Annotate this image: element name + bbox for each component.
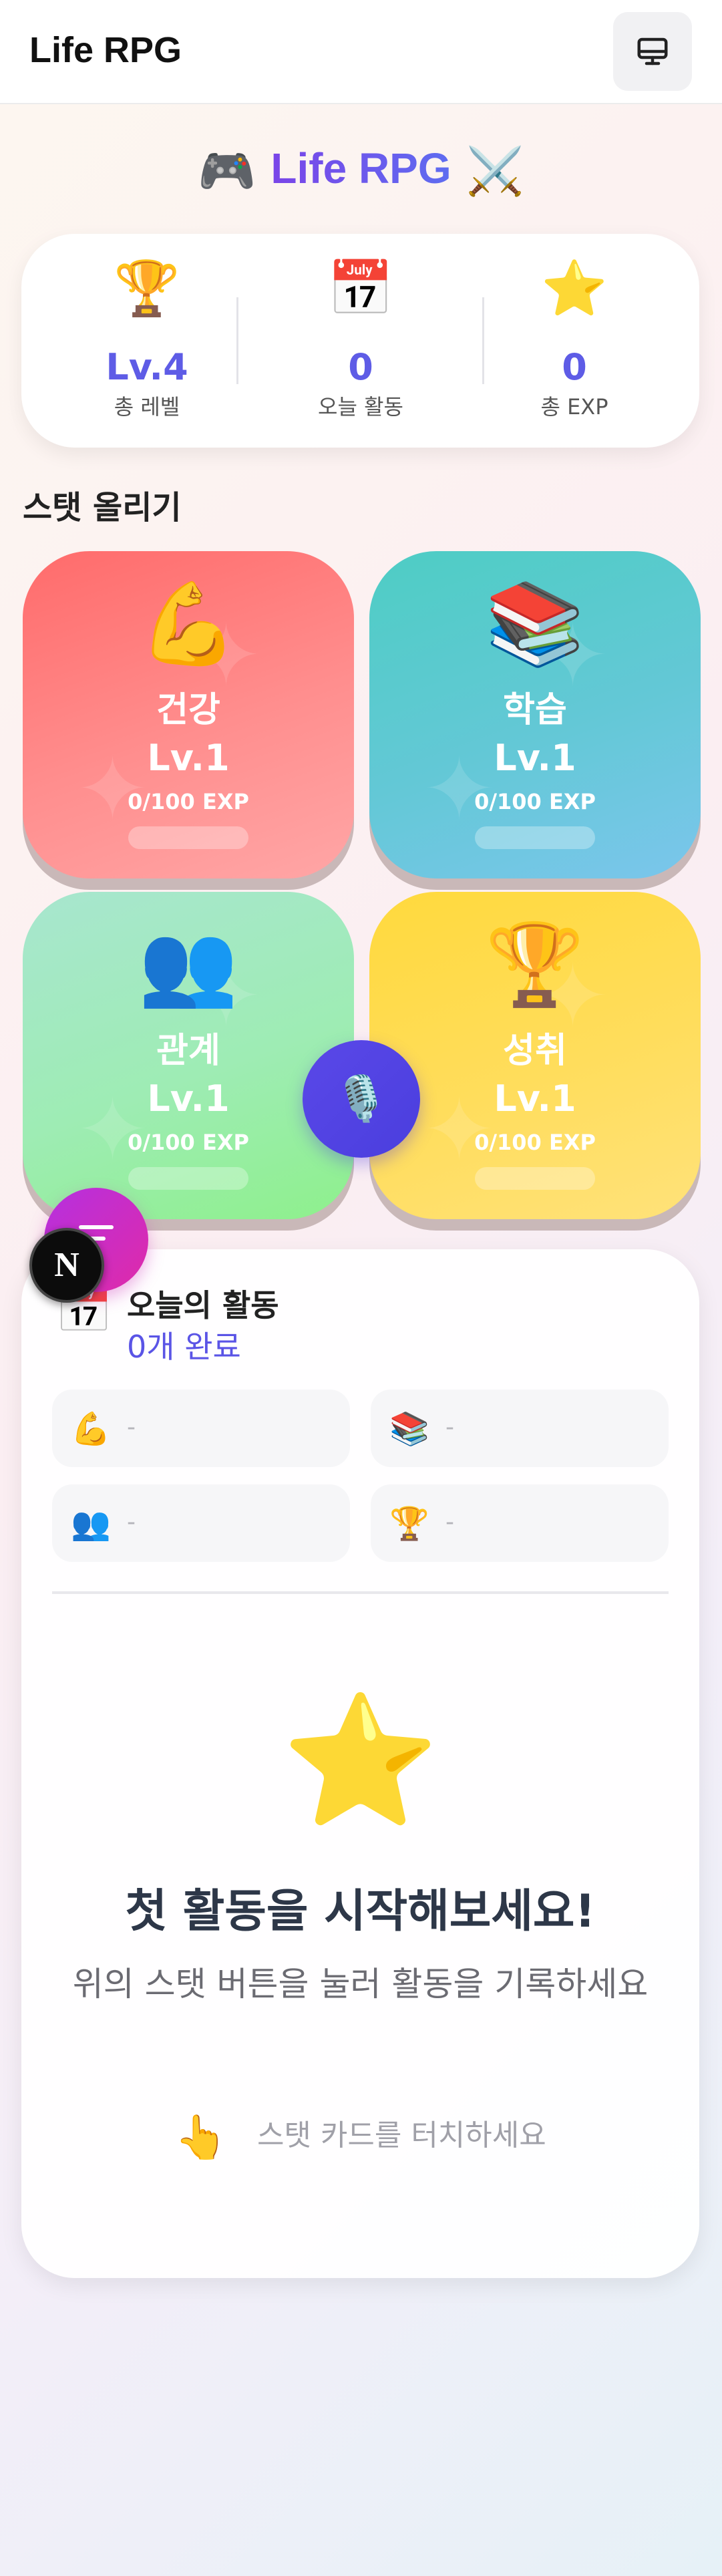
activity-item-achievement: 🏆 - xyxy=(371,1484,669,1562)
total-exp-label: 총 EXP xyxy=(540,394,608,420)
summary-level: 🏆 Lv.4 총 레벨 xyxy=(40,234,254,448)
hero-title: Life RPG xyxy=(270,144,452,192)
today-activity-value: 0 xyxy=(348,346,373,388)
stat-progress-bar xyxy=(128,826,248,849)
stat-progress-bar xyxy=(128,1167,248,1190)
today-activity-panel: 📅 오늘의 활동 0개 완료 💪 - 📚 - 👥 - 🏆 - ⭐ 첫 활동을 시… xyxy=(21,1249,699,2278)
stat-name: 건강 xyxy=(156,690,220,730)
stat-card-relationship[interactable]: ✦ ✦ 👥 관계 Lv.1 0/100 EXP xyxy=(23,892,354,1219)
game-controller-icon: 🎮 xyxy=(198,145,256,197)
monitor-icon xyxy=(637,37,668,65)
people-icon: 👥 xyxy=(71,1505,111,1543)
stat-name: 관계 xyxy=(156,1031,220,1071)
total-level-value: Lv.4 xyxy=(106,346,188,388)
stat-card-health[interactable]: ✦ ✦ 💪 건강 Lv.1 0/100 EXP xyxy=(23,551,354,878)
activity-item-text: - xyxy=(445,1414,454,1441)
glowing-star-icon: ⭐ xyxy=(281,1687,439,1834)
flexed-biceps-icon: 💪 xyxy=(138,578,238,671)
flexed-biceps-icon: 💪 xyxy=(71,1410,111,1448)
stat-level: Lv.1 xyxy=(147,737,230,779)
activity-item-text: - xyxy=(445,1508,454,1536)
summary-divider xyxy=(236,297,238,384)
divider xyxy=(52,1591,669,1594)
voice-input-button[interactable]: 🎙️ xyxy=(303,1040,420,1158)
trophy-icon: 🏆 xyxy=(389,1505,429,1543)
stat-name: 성취 xyxy=(503,1031,567,1071)
stat-card-achievement[interactable]: ✦ ✦ 🏆 성취 Lv.1 0/100 EXP xyxy=(369,892,701,1219)
stat-exp: 0/100 EXP xyxy=(128,789,249,814)
books-icon: 📚 xyxy=(485,578,585,671)
microphone-icon: 🎙️ xyxy=(333,1073,389,1124)
activity-item-text: - xyxy=(127,1508,136,1536)
stat-card-study[interactable]: ✦ ✦ 📚 학습 Lv.1 0/100 EXP xyxy=(369,551,701,878)
stat-exp: 0/100 EXP xyxy=(474,1130,596,1155)
total-exp-value: 0 xyxy=(562,346,587,388)
activity-item-relationship: 👥 - xyxy=(52,1484,350,1562)
top-bar: Life RPG xyxy=(0,0,722,104)
activity-item-health: 💪 - xyxy=(52,1390,350,1467)
hint-text: 스탯 카드를 터치하세요 xyxy=(256,2118,546,2152)
empty-state-title: 첫 활동을 시작해보세요! xyxy=(125,1885,596,1938)
trophy-icon: 🏆 xyxy=(114,257,180,319)
stat-exp: 0/100 EXP xyxy=(474,789,596,814)
people-icon: 👥 xyxy=(138,919,238,1011)
next-dev-badge[interactable]: N xyxy=(29,1228,104,1303)
summary-exp: ⭐ 0 총 EXP xyxy=(468,234,681,448)
activity-count: 0개 완료 xyxy=(127,1329,241,1365)
stat-name: 학습 xyxy=(503,690,567,730)
crossed-swords-icon: ⚔️ xyxy=(466,145,524,197)
stat-progress-bar xyxy=(475,826,595,849)
empty-state-description: 위의 스탯 버튼을 눌러 활동을 기록하세요 xyxy=(72,1965,649,2003)
stat-level: Lv.1 xyxy=(494,737,576,779)
today-activity-label: 오늘 활동 xyxy=(318,394,403,420)
activity-item-text: - xyxy=(127,1414,136,1441)
trophy-icon: 🏆 xyxy=(485,919,585,1011)
hero-heading: 🎮 Life RPG ⚔️ xyxy=(0,144,722,210)
books-icon: 📚 xyxy=(389,1410,429,1448)
total-level-label: 총 레벨 xyxy=(114,394,180,420)
star-icon: ⭐ xyxy=(541,257,608,319)
activity-item-study: 📚 - xyxy=(371,1390,669,1467)
app-title: Life RPG xyxy=(29,30,182,70)
stat-progress-bar xyxy=(475,1167,595,1190)
activity-title: 오늘의 활동 xyxy=(127,1287,279,1323)
pointing-hand-icon: 👆 xyxy=(174,2113,228,2162)
stat-exp: 0/100 EXP xyxy=(128,1130,249,1155)
empty-state-hint: 👆 스탯 카드를 터치하세요 xyxy=(21,2111,699,2162)
calendar-icon: 📅 xyxy=(327,257,394,319)
summary-today: 📅 0 오늘 활동 xyxy=(254,234,468,448)
section-title: 스탯 올리기 xyxy=(23,489,182,526)
summary-card: 🏆 Lv.4 총 레벨 📅 0 오늘 활동 ⭐ 0 총 EXP xyxy=(21,234,699,448)
monitor-button[interactable] xyxy=(613,12,692,91)
